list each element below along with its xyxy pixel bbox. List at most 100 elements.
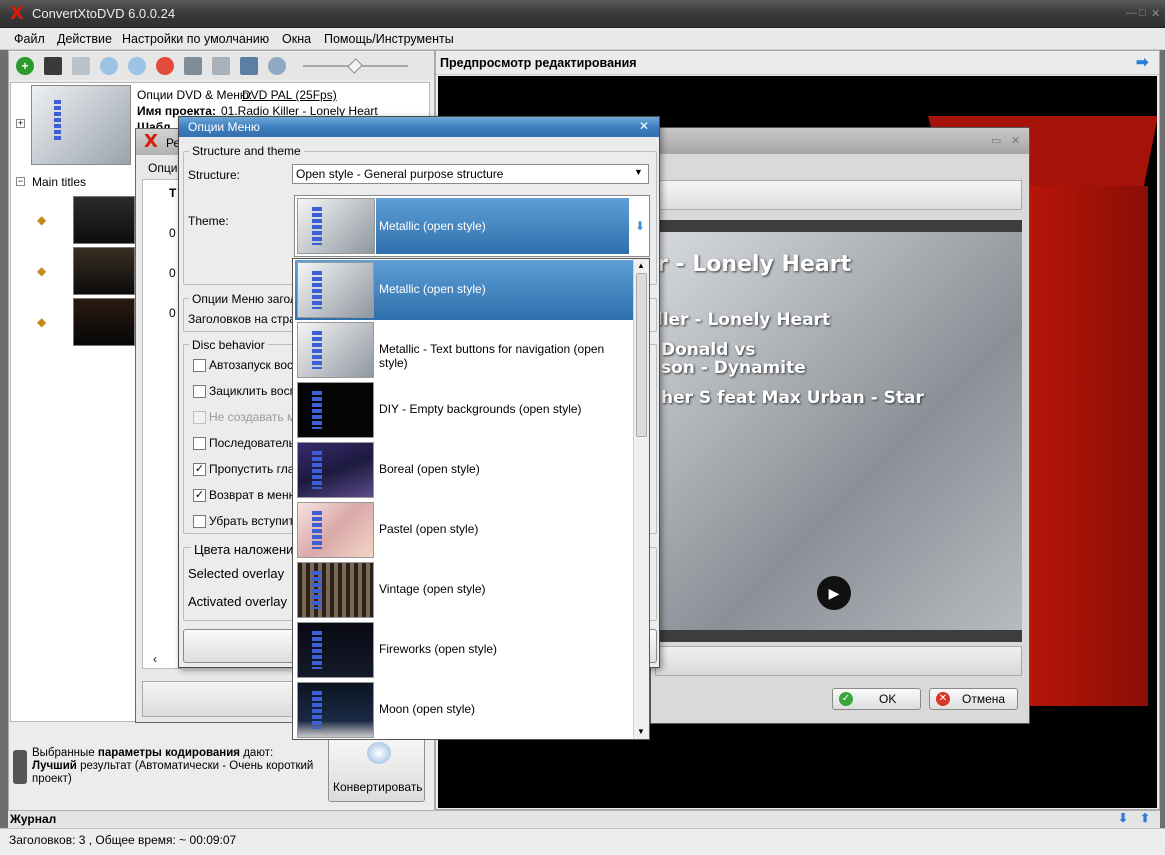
theme-thumbnail-7 — [297, 622, 374, 678]
dialog-minimize-icon[interactable]: ▭ — [991, 134, 1001, 147]
theme-dropdown-icon: ⬇ — [635, 219, 646, 233]
theme-option-label-7: Fireworks (open style) — [379, 642, 498, 656]
theme-thumbnail-3 — [297, 382, 374, 438]
theme-option-5[interactable]: Pastel (open style) — [295, 500, 633, 560]
move-down-icon[interactable] — [100, 57, 118, 75]
menu-defaults[interactable]: Настройки по умолчанию — [122, 32, 269, 46]
theme-option-label-5: Pastel (open style) — [379, 522, 479, 536]
ok-icon: ✓ — [839, 692, 853, 706]
scroll-down-icon[interactable]: ▼ — [637, 727, 645, 736]
disc-checkbox-4[interactable] — [193, 437, 206, 450]
scroll-thumb[interactable] — [636, 273, 647, 437]
convert-label: Конвертировать — [333, 780, 423, 794]
theme-option-3[interactable]: DIY - Empty backgrounds (open style) — [295, 380, 633, 440]
title-icon-2: ◆ — [37, 264, 47, 278]
theme-option-label-6: Vintage (open style) — [379, 582, 486, 596]
disc-checkbox-5[interactable]: ✓ — [193, 463, 206, 476]
disc-option-label-2: Зациклить воспр — [209, 384, 303, 398]
menu-options-close-icon[interactable]: ✕ — [639, 119, 649, 133]
disc-option-label-4: Последователь — [209, 436, 295, 450]
theme-dropdown-list[interactable]: Metallic (open style) Metallic - Text but… — [292, 258, 650, 740]
disc-behavior-label: Disc behavior — [189, 338, 268, 352]
scroll-up-icon[interactable]: ▲ — [637, 261, 645, 270]
title-icon-1: ◆ — [37, 213, 47, 227]
edit-tree-item-3: 0 — [169, 306, 176, 320]
theme-option-7[interactable]: Fireworks (open style) — [295, 620, 633, 680]
chapters-icon[interactable] — [212, 57, 230, 75]
zoom-slider-thumb[interactable] — [347, 58, 363, 74]
close-icon[interactable]: ✕ — [1151, 7, 1160, 20]
add-icon[interactable]: + — [16, 57, 34, 75]
preview-line-4: son - Dynamite — [661, 358, 806, 378]
cancel-icon: ✕ — [936, 692, 950, 706]
theme-option-6[interactable]: Vintage (open style) — [295, 560, 633, 620]
expand-icon[interactable]: + — [16, 119, 25, 128]
disc-option-label-1: Автозапуск восп — [209, 358, 300, 372]
title-thumbnail-2[interactable] — [73, 247, 135, 295]
editor-bottom-bar — [655, 646, 1022, 676]
theme-option-4[interactable]: Boreal (open style) — [295, 440, 633, 500]
disc-checkbox-6[interactable]: ✓ — [193, 489, 206, 502]
theme-selected-thumb — [297, 198, 375, 254]
move-up-icon[interactable] — [128, 57, 146, 75]
journal-up-icon[interactable]: ⬆ — [1140, 811, 1150, 825]
dialog-close-icon[interactable]: ✕ — [1011, 134, 1020, 147]
theme-option-label-8: Moon (open style) — [379, 702, 476, 716]
app-title-bar: X ConvertXtoDVD 6.0.0.24 — □ ✕ — [0, 0, 1165, 28]
tools-icon[interactable] — [184, 57, 202, 75]
menu-preview: r - Lonely Heart ller - Lonely Heart Don… — [655, 220, 1022, 642]
remove-icon[interactable] — [156, 57, 174, 75]
menu-help[interactable]: Помощь/Инструменты — [324, 32, 454, 46]
overlay-colors-label: Цвета наложени — [191, 542, 297, 557]
menu-action[interactable]: Действие — [57, 32, 112, 46]
disc-checkbox-7[interactable] — [193, 515, 206, 528]
structure-value: Open style - General purpose structure — [296, 167, 504, 181]
arrow-right-icon[interactable]: ➡ — [1136, 53, 1149, 71]
play-icon[interactable]: ▶ — [817, 576, 851, 610]
theme-thumbnail-4 — [297, 442, 374, 498]
scroll-left-icon[interactable]: ‹ — [153, 652, 157, 666]
theme-option-label-3: DIY - Empty backgrounds (open style) — [379, 402, 582, 416]
convert-button[interactable]: Конвертировать — [328, 735, 425, 802]
theme-label: Theme: — [188, 214, 229, 228]
theme-selected-highlight: Metallic (open style) — [376, 198, 629, 254]
theme-select[interactable]: Metallic (open style) ⬇ — [294, 195, 650, 257]
main-titles-label: Main titles — [32, 175, 87, 189]
edit-tree-root: Т — [169, 186, 177, 200]
edit-dialog-logo-icon: X — [144, 131, 158, 152]
menu-options-title: Опции Меню — [188, 120, 260, 134]
theme-thumbnail-2 — [297, 322, 374, 378]
status-text: Заголовков: 3 , Общее время: ~ 00:09:07 — [9, 833, 237, 847]
maximize-icon[interactable]: □ — [1139, 7, 1146, 19]
minimize-icon[interactable]: — — [1126, 7, 1137, 19]
journal-label: Журнал — [10, 812, 57, 826]
disc-option-label-5: Пропустить глав — [209, 462, 301, 476]
title-thumbnail-3[interactable] — [73, 298, 135, 346]
disc-checkbox-1[interactable] — [193, 359, 206, 372]
dvd-options-link[interactable]: DVD PAL (25Fps) — [242, 88, 337, 102]
structure-select[interactable]: Open style - General purpose structure ▼ — [292, 164, 649, 184]
disc-icon[interactable] — [268, 57, 286, 75]
disc-checkbox-2[interactable] — [193, 385, 206, 398]
editor-dialog: ▭ ✕ r - Lonely Heart ller - Lonely Heart… — [650, 127, 1030, 724]
journal-down-icon[interactable]: ⬇ — [1118, 811, 1128, 825]
traffic-light-icon — [13, 750, 27, 784]
edit-tree: Т 0 0 0 ‹ — [142, 179, 182, 669]
theme-option-8[interactable]: Moon (open style) — [295, 680, 633, 740]
theme-option-1[interactable]: Metallic (open style) — [295, 260, 633, 320]
activated-overlay-label: Activated overlay — [188, 594, 287, 609]
theme-option-2[interactable]: Metallic - Text buttons for navigation (… — [295, 320, 633, 380]
theme-list-scrollbar[interactable]: ▲ ▼ — [633, 259, 649, 739]
monitor-icon[interactable] — [240, 57, 258, 75]
disc-option-label-7: Убрать вступит — [209, 514, 294, 528]
preview-line-5: her S feat Max Urban - Star — [661, 388, 924, 408]
split-icon[interactable] — [72, 57, 90, 75]
title-thumbnail-1[interactable] — [73, 196, 135, 244]
menu-windows[interactable]: Окна — [282, 32, 311, 46]
theme-thumbnail-5 — [297, 502, 374, 558]
ok-button[interactable]: ✓ OK — [832, 688, 921, 710]
collapse-icon[interactable]: − — [16, 177, 25, 186]
menu-file[interactable]: Файл — [14, 32, 45, 46]
cancel-button[interactable]: ✕ Отмена — [929, 688, 1018, 710]
save-icon[interactable] — [44, 57, 62, 75]
